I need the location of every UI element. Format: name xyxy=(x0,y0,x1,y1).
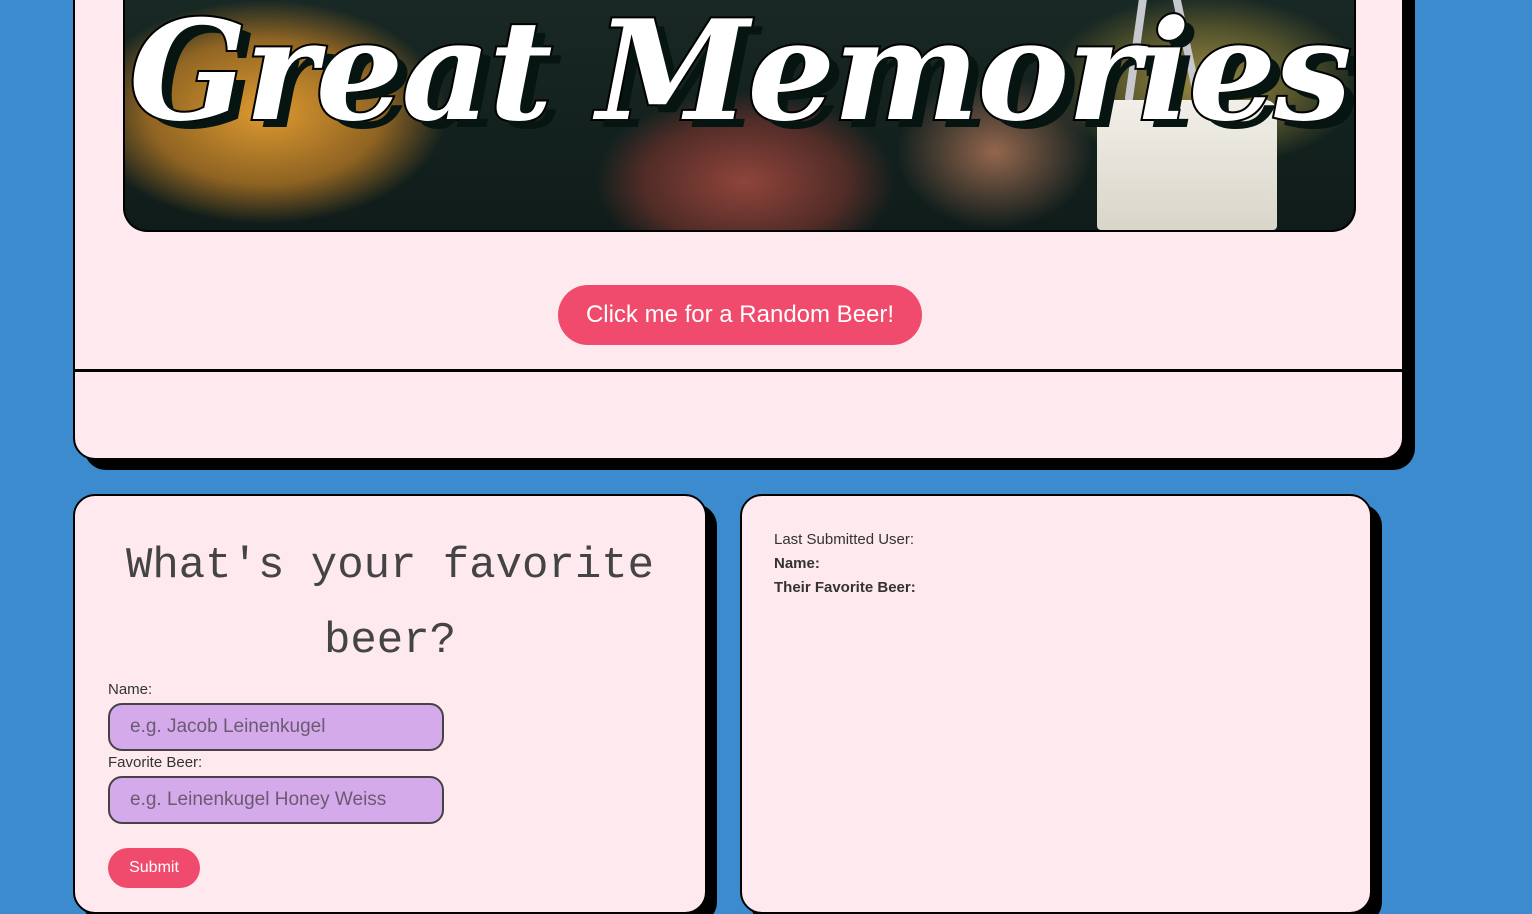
beer-form-card: What's your favorite beer? Name: Favorit… xyxy=(73,494,707,914)
hero-title: Great Memories xyxy=(127,0,1354,152)
submit-button[interactable]: Submit xyxy=(108,848,200,888)
form-title: What's your favorite beer? xyxy=(125,541,655,666)
divider xyxy=(75,369,1402,372)
random-beer-button[interactable]: Click me for a Random Beer! xyxy=(558,285,922,345)
hero-banner-image: Great Memories xyxy=(123,0,1356,232)
submitted-beer-label: Their Favorite Beer: xyxy=(774,579,916,596)
favorite-beer-label: Favorite Beer: xyxy=(108,754,203,771)
hero-card: Great Memories Click me for a Random Bee… xyxy=(73,0,1404,460)
submitted-name-label: Name: xyxy=(774,555,820,572)
last-submitted-heading: Last Submitted User: xyxy=(774,531,915,548)
name-label: Name: xyxy=(108,681,153,698)
name-input[interactable] xyxy=(108,703,444,751)
last-submitted-card: Last Submitted User: Name: Their Favorit… xyxy=(740,494,1372,914)
favorite-beer-input[interactable] xyxy=(108,776,444,824)
